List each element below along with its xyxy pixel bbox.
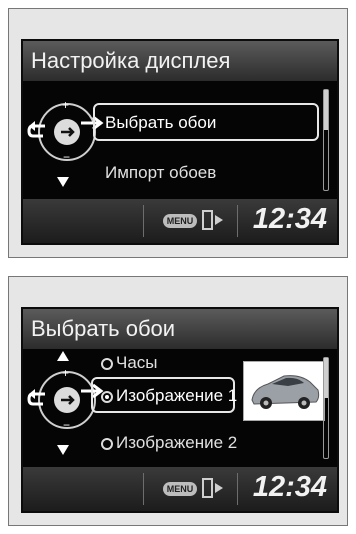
- divider: [237, 205, 238, 237]
- back-arrow-icon[interactable]: [25, 389, 49, 411]
- phone-exit-icon[interactable]: [201, 209, 227, 233]
- wallpaper-preview: [243, 361, 325, 421]
- divider: [143, 473, 144, 505]
- status-bar: MENU 12:34: [23, 467, 337, 511]
- svg-text:−: −: [63, 418, 70, 432]
- svg-text:−: −: [63, 150, 70, 164]
- menu-list: + − Выбрать обои Импорт обоев: [23, 81, 337, 199]
- down-arrow-icon[interactable]: [55, 443, 71, 457]
- menu-icon[interactable]: MENU: [163, 482, 197, 496]
- option-clock[interactable]: Часы: [101, 353, 158, 373]
- car-thumbnail-icon: [251, 375, 320, 409]
- option-image-2[interactable]: Изображение 2: [101, 433, 237, 453]
- status-bar: MENU 12:34: [23, 199, 337, 243]
- radio-selected-icon[interactable]: [101, 390, 113, 403]
- svg-text:+: +: [62, 366, 69, 380]
- options-list: + − Часы Изображение 1 Изображение 2: [23, 349, 337, 467]
- phone-exit-icon[interactable]: [201, 477, 227, 501]
- screen-title: Выбрать обои: [23, 309, 337, 349]
- screen-title: Настройка дисплея: [23, 41, 337, 81]
- back-arrow-icon[interactable]: [25, 121, 49, 143]
- scrollbar[interactable]: [323, 89, 329, 191]
- scroll-thumb[interactable]: [324, 358, 328, 398]
- option-label: Изображение 2: [116, 433, 238, 452]
- radio-icon[interactable]: [101, 437, 113, 450]
- clock: 12:34: [252, 471, 327, 503]
- menu-item-label: Выбрать обои: [105, 113, 217, 132]
- option-label: Изображение 1: [116, 386, 238, 405]
- panel-display-settings: Настройка дисплея + − Выбрать обои Импор…: [8, 8, 348, 258]
- menu-item-import-wallpaper[interactable]: Импорт обоев: [105, 163, 216, 183]
- option-image-1-row: Изображение 1: [101, 386, 237, 406]
- divider: [143, 205, 144, 237]
- svg-text:+: +: [62, 98, 69, 112]
- option-label: Часы: [116, 353, 158, 372]
- up-arrow-icon[interactable]: [55, 349, 71, 363]
- display-screen: Выбрать обои + − Часы Изображение 1 Изоб…: [21, 307, 339, 513]
- display-screen: Настройка дисплея + − Выбрать обои Импор…: [21, 39, 339, 245]
- down-arrow-icon[interactable]: [55, 175, 71, 189]
- scroll-thumb[interactable]: [324, 90, 328, 130]
- panel-select-wallpaper: Выбрать обои + − Часы Изображение 1 Изоб…: [8, 276, 348, 526]
- divider: [237, 473, 238, 505]
- radio-icon[interactable]: [101, 357, 113, 370]
- clock: 12:34: [252, 203, 327, 235]
- scrollbar[interactable]: [323, 357, 329, 459]
- menu-icon[interactable]: MENU: [163, 214, 197, 228]
